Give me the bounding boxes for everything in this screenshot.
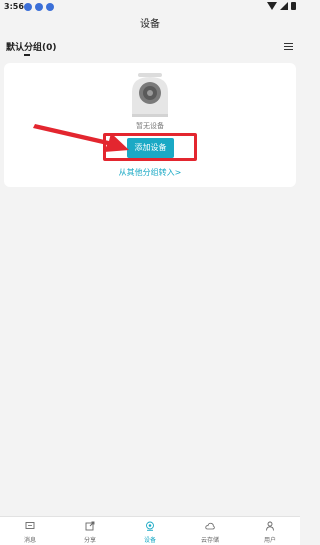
notification-icon <box>46 3 54 11</box>
tab-share[interactable]: 分享 <box>60 517 120 545</box>
group-tab-indicator <box>24 54 30 56</box>
status-time: 3:56 <box>4 2 24 11</box>
status-bar: 3:56 <box>0 0 300 14</box>
camera-icon <box>146 521 154 531</box>
tab-label: 设备 <box>143 537 156 544</box>
wifi-icon <box>267 2 277 10</box>
notification-icon <box>35 3 43 11</box>
bottom-tab-bar: 消息 分享 设备 云存储 用户 <box>0 516 300 545</box>
transfer-from-group-link[interactable]: 从其他分组转入> <box>0 167 300 178</box>
tab-cloud[interactable]: 云存储 <box>180 517 240 545</box>
message-icon <box>25 522 35 529</box>
tab-label: 消息 <box>23 537 36 544</box>
tab-device[interactable]: 设备 <box>120 517 180 545</box>
group-header: 默认分组(0) <box>0 38 300 56</box>
camera-icon <box>132 73 168 117</box>
system-icons <box>267 2 296 10</box>
cloud-icon <box>205 522 215 530</box>
signal-icon <box>280 2 288 10</box>
notification-icon <box>24 3 32 11</box>
share-icon <box>85 521 95 531</box>
pointer-arrow-icon <box>33 124 129 152</box>
menu-icon[interactable] <box>284 43 293 52</box>
tab-message[interactable]: 消息 <box>0 517 60 545</box>
user-icon <box>266 521 274 531</box>
tab-user[interactable]: 用户 <box>240 517 300 545</box>
tab-label: 用户 <box>263 537 276 544</box>
group-name[interactable]: 默认分组(0) <box>6 40 57 53</box>
battery-icon <box>291 2 296 10</box>
tab-label: 云存储 <box>200 537 219 544</box>
page-title: 设备 <box>140 19 160 30</box>
tab-label: 分享 <box>83 537 96 544</box>
